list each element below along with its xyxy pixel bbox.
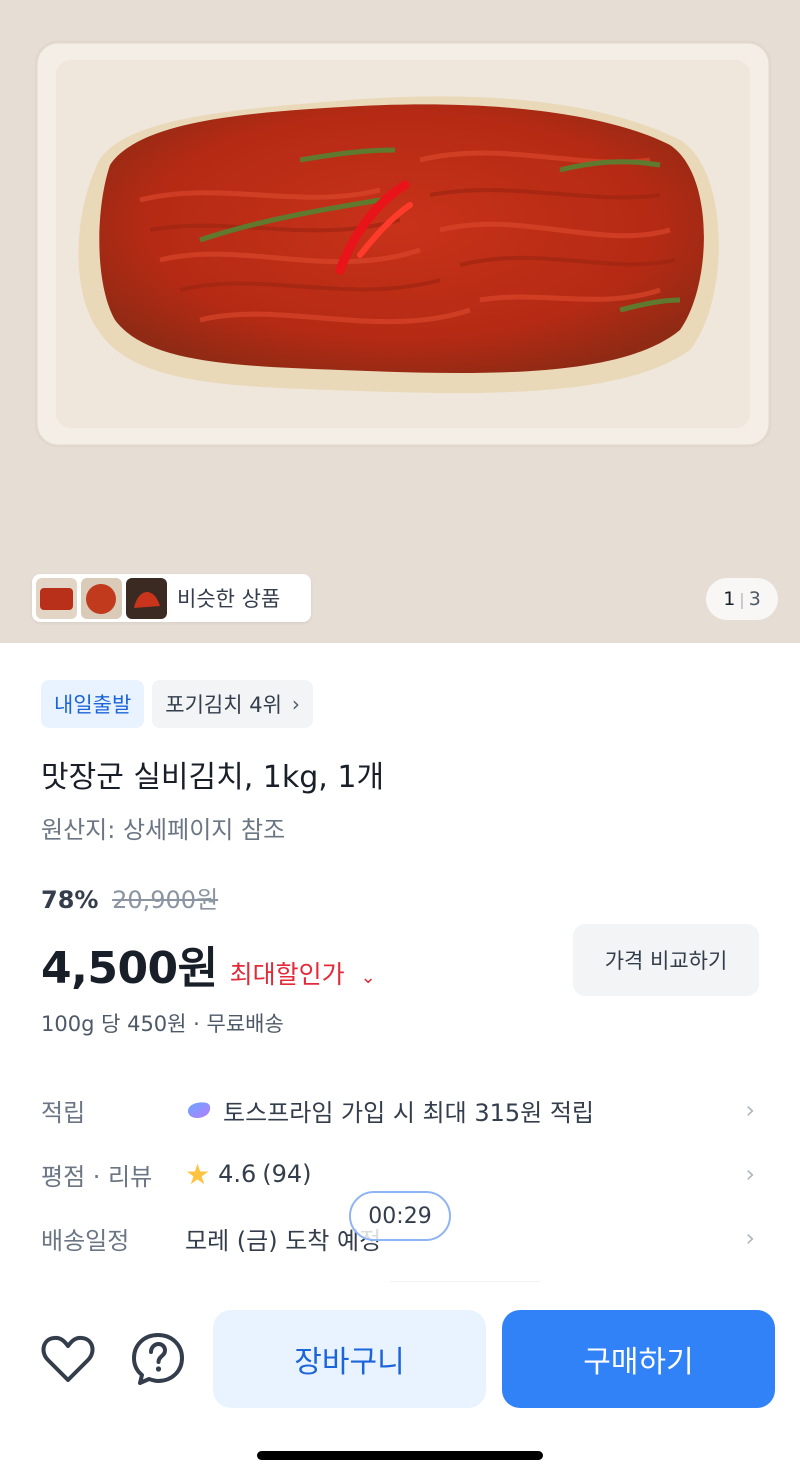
chevron-right-icon: › [745,1224,755,1252]
discount-rate: 78% [41,886,99,914]
price-row: 4,500원 최대할인가 ⌄ [41,932,376,996]
product-origin: 원산지: 상세페이지 참조 [41,816,286,844]
ranking-badge-label: 포기김치 4위 [165,693,282,717]
compare-price-label: 가격 비교하기 [604,949,728,973]
cart-button-label: 장바구니 [294,1345,405,1380]
timer-overlay: 00:29 [349,1191,451,1241]
sale-price: 4,500원 [41,943,218,994]
question-icon[interactable] [130,1331,186,1387]
buy-button-label: 구매하기 [583,1345,694,1380]
heart-icon[interactable] [40,1333,96,1385]
page-total: 3 [748,588,761,610]
image-page-indicator: 1 | 3 [706,578,778,620]
max-discount-label: 최대할인가 [229,960,345,989]
chevron-down-icon: ⌄ [360,967,376,988]
unit-price-shipping: 100g 당 450원 · 무료배송 [41,1012,284,1036]
info-value-rating: ★ 4.6 (94) [185,1158,312,1191]
badge-row: 내일출발 포기김치 4위 › [41,680,313,728]
similar-thumb-2 [81,577,122,619]
add-to-cart-button[interactable]: 장바구니 [213,1310,486,1408]
chevron-right-icon: › [745,1096,755,1124]
similar-products-label: 비슷한 상품 [177,587,281,611]
page-separator: | [739,589,745,609]
info-row-points[interactable]: 적립 토스프라임 가입 시 최대 315원 적립 › [41,1078,761,1142]
product-title: 맛장군 실비김치, 1kg, 1개 [41,760,385,795]
similar-thumb-1 [36,577,77,619]
compare-price-button[interactable]: 가격 비교하기 [573,924,759,996]
similar-products-chip[interactable]: 비슷한 상품 [32,574,311,622]
max-discount-toggle[interactable]: 최대할인가 ⌄ [230,955,376,991]
product-info-list: 적립 토스프라임 가입 시 최대 315원 적립 › 평점 · 리뷰 ★ 4.6… [41,1078,761,1270]
home-indicator [257,1451,543,1460]
star-icon: ★ [185,1157,211,1191]
info-value-points: 토스프라임 가입 시 최대 315원 적립 [185,1093,594,1128]
review-count: (94) [262,1160,312,1188]
kimchi-photo [0,0,800,643]
page-current: 1 [723,588,736,610]
info-key-rating: 평점 · 리뷰 [41,1162,153,1191]
info-key-delivery: 배송일정 [41,1226,130,1255]
ranking-badge[interactable]: 포기김치 4위 › [152,680,313,728]
toss-prime-icon [188,1102,211,1119]
points-text: 토스프라임 가입 시 최대 315원 적립 [223,1098,594,1127]
rating-value: 4.6 [218,1160,257,1188]
product-image-gallery[interactable]: 비슷한 상품 1 | 3 [0,0,800,643]
buy-now-button[interactable]: 구매하기 [502,1310,775,1408]
chevron-right-icon: › [745,1160,755,1188]
chevron-right-icon: › [291,692,300,716]
info-key-points: 적립 [41,1098,86,1127]
original-price: 20,900원 [112,886,219,914]
divider [390,1281,540,1282]
similar-thumb-3 [126,577,167,619]
discount-row: 78% 20,900원 [41,880,218,915]
shipping-badge: 내일출발 [41,680,145,728]
shipping-badge-label: 내일출발 [54,693,132,717]
